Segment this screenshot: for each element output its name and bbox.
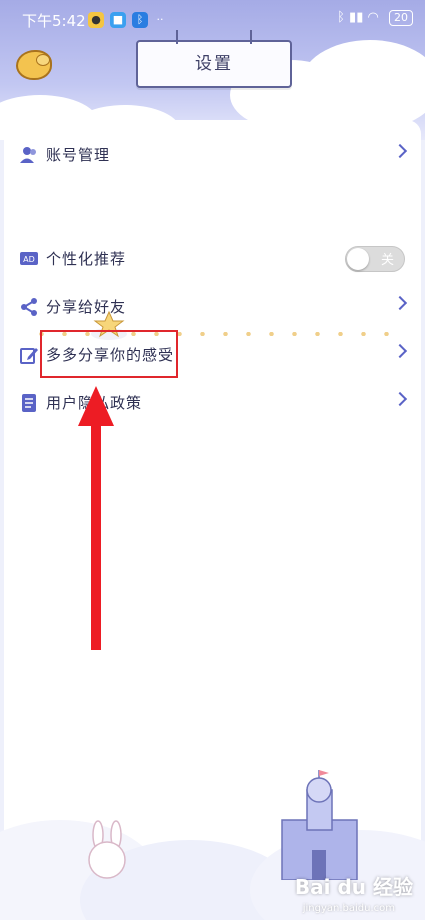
page-title-text: 设置 xyxy=(195,54,233,74)
personalized-toggle[interactable]: 关 xyxy=(345,246,405,272)
settings-item-label: 个性化推荐 xyxy=(46,250,127,268)
app-icon: ■ xyxy=(110,12,126,28)
arrow-shaft-annotation xyxy=(91,410,101,650)
battery-indicator: 20 xyxy=(389,10,413,26)
settings-item-personalized: AD 个性化推荐 关 xyxy=(4,236,421,284)
status-bar: 下午5:42 ● ■ ᛒ ·· ᛒ ▮▮ ◠ 20 xyxy=(0,0,425,36)
settings-item-account[interactable]: 账号管理 xyxy=(4,132,421,180)
chevron-right-icon xyxy=(392,295,408,311)
ad-icon: AD xyxy=(20,252,38,265)
settings-item-label: 账号管理 xyxy=(46,146,111,164)
settings-item-share[interactable]: 分享给好友 xyxy=(4,284,421,332)
status-time: 下午5:42 xyxy=(22,12,86,30)
highlight-annotation xyxy=(40,330,178,378)
toggle-knob xyxy=(347,248,369,270)
watermark-url: jingyan.baidu.com xyxy=(302,903,395,914)
wifi-icon: ◠ xyxy=(367,10,379,25)
status-right: ᛒ ▮▮ ◠ 20 xyxy=(337,10,413,26)
chevron-right-icon xyxy=(392,391,408,407)
bunny-icon xyxy=(88,820,126,879)
bird-wing-icon xyxy=(36,54,50,66)
watermark-brand: Bai du 经验 xyxy=(294,875,413,899)
pin-icon xyxy=(176,30,178,44)
toggle-label: 关 xyxy=(380,253,394,268)
edit-icon xyxy=(20,348,38,364)
settings-item-privacy[interactable]: 用户隐私政策 xyxy=(4,380,421,428)
chevron-right-icon xyxy=(392,143,408,159)
notification-icon: ● xyxy=(88,12,104,28)
settings-item-label: 分享给好友 xyxy=(46,298,127,316)
more-icon: ·· xyxy=(156,13,164,26)
bluetooth-icon: ᛒ xyxy=(132,12,148,28)
page-title: 设置 xyxy=(136,30,292,88)
pin-icon xyxy=(250,30,252,44)
share-icon xyxy=(21,298,37,316)
chevron-right-icon xyxy=(392,343,408,359)
signal-icon: ᛒ ▮▮ xyxy=(337,10,364,25)
document-icon xyxy=(22,394,36,412)
castle-icon xyxy=(281,770,358,880)
account-icon xyxy=(20,147,36,163)
footer-decoration: Bai du 经验 jingyan.baidu.com xyxy=(0,760,425,920)
svg-text:AD: AD xyxy=(23,255,35,264)
